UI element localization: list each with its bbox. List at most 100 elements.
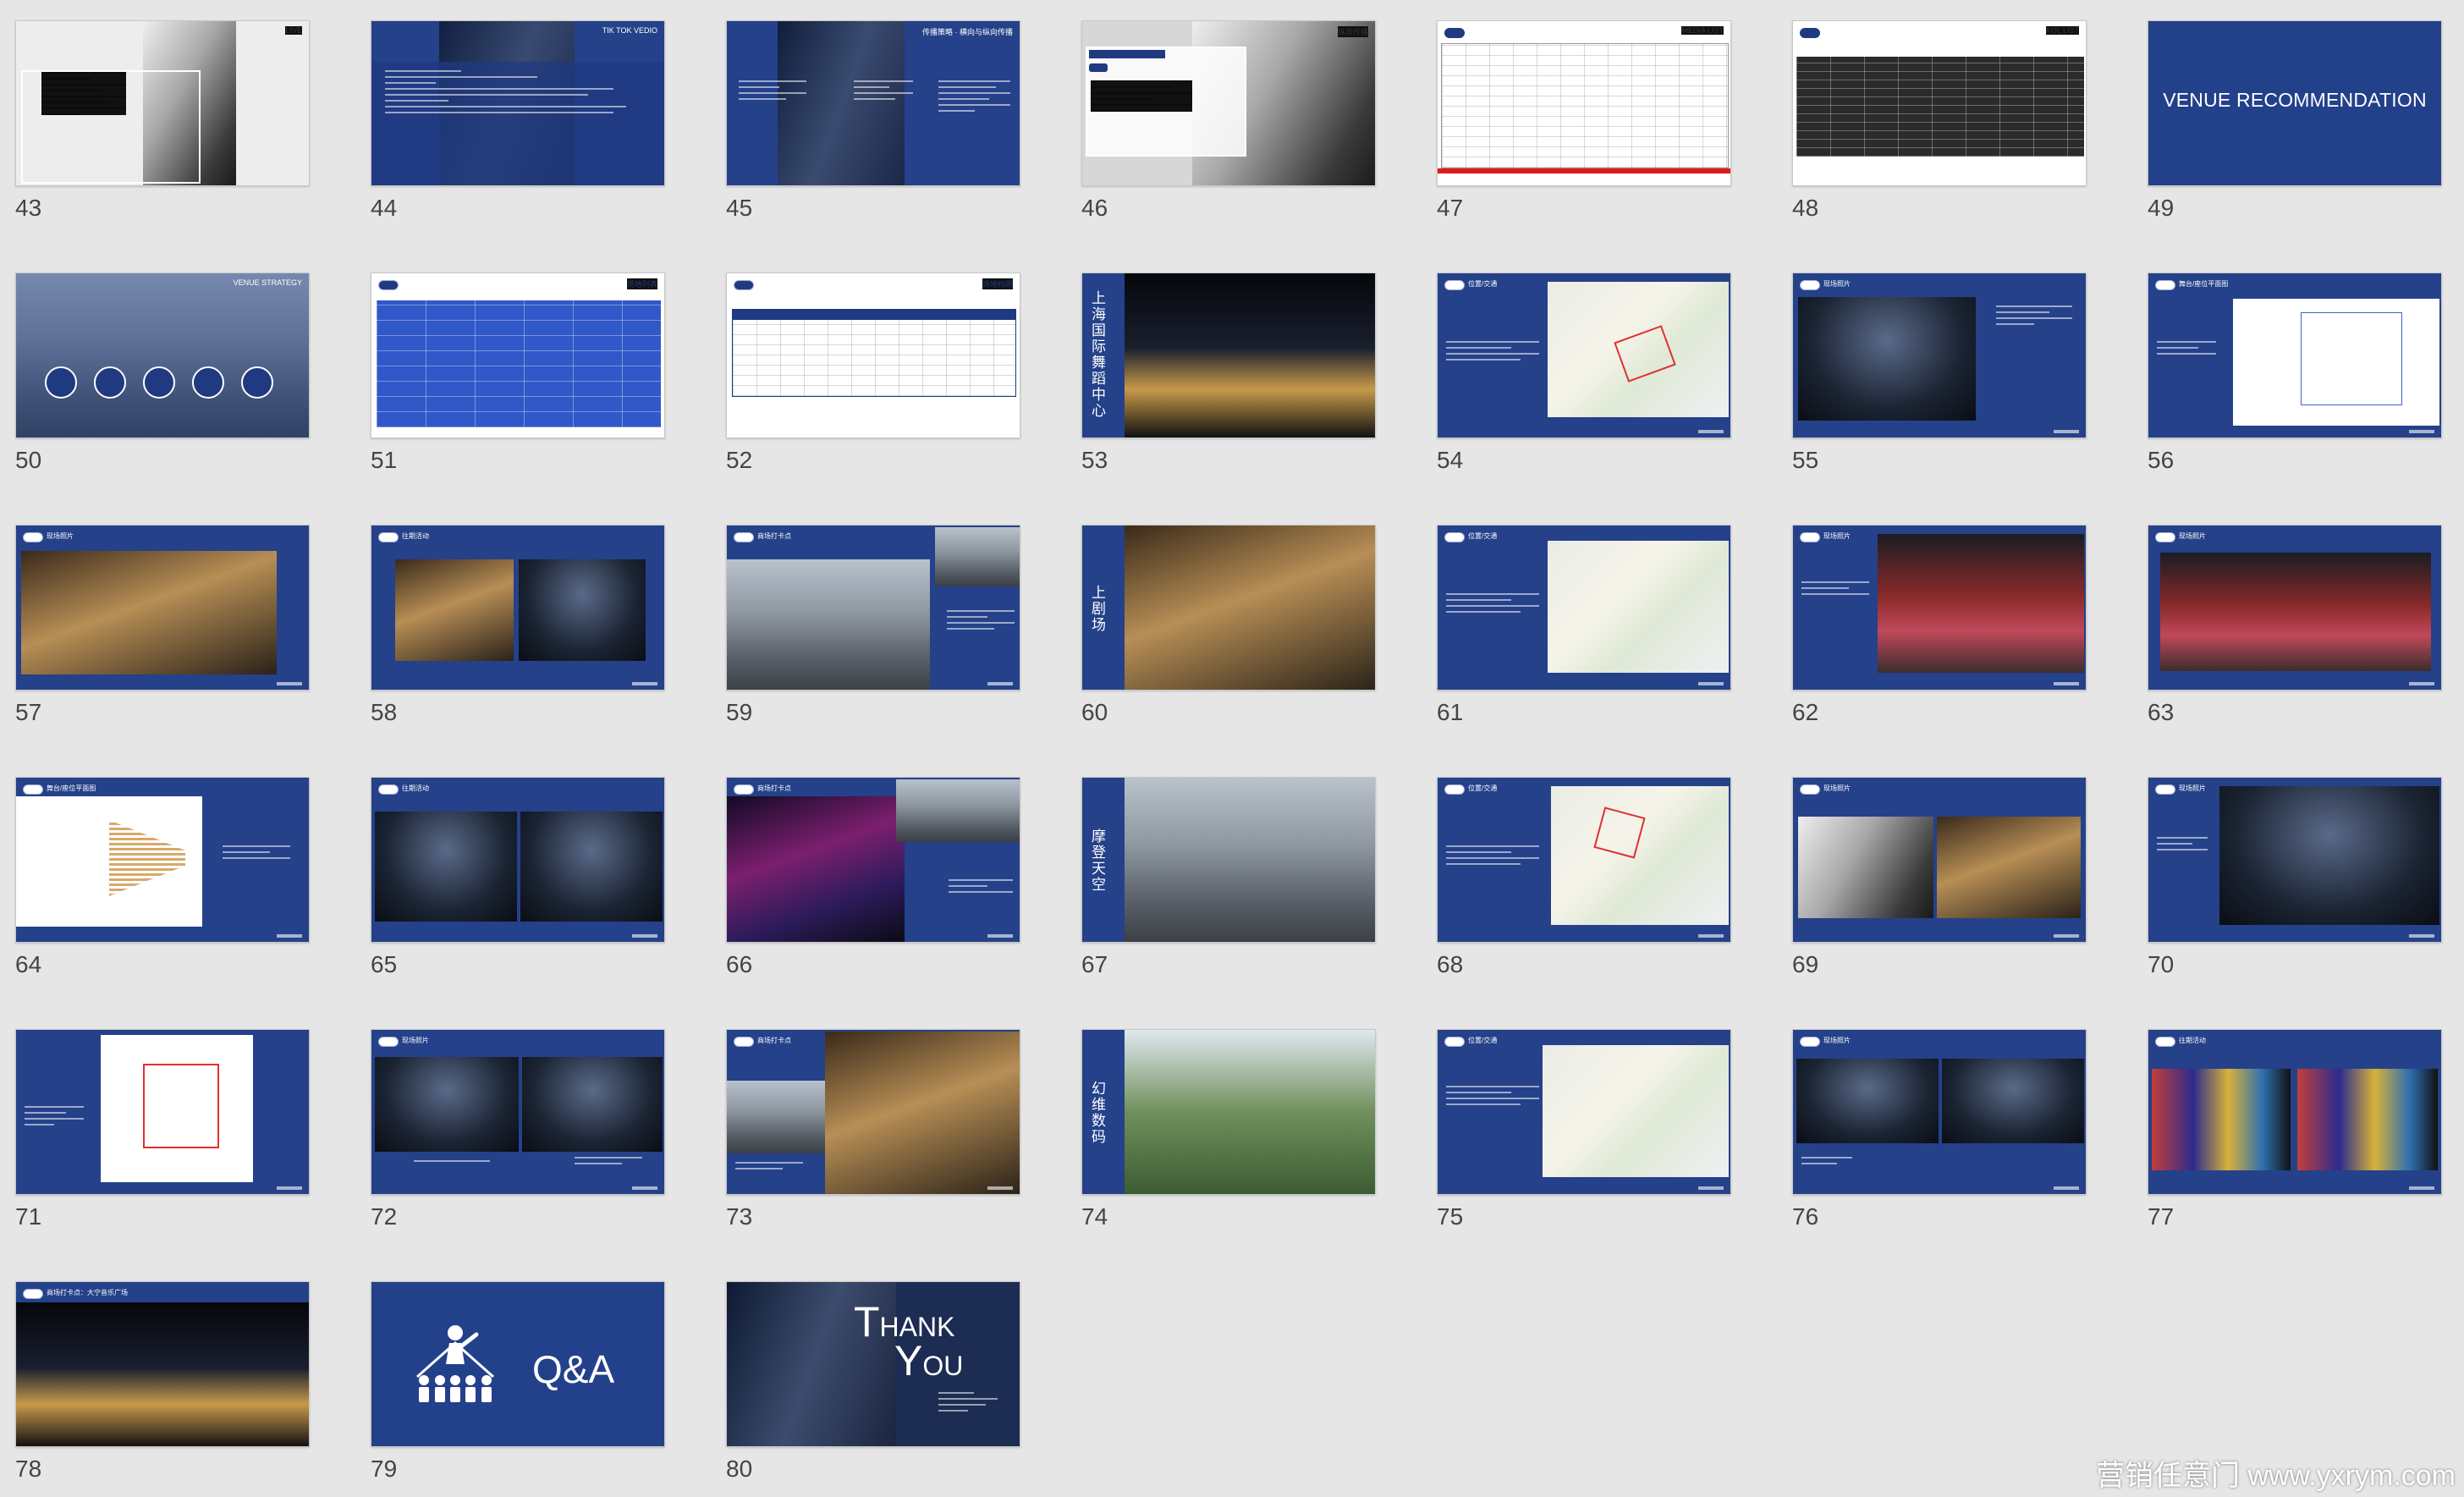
slide-number: 72 [371, 1203, 398, 1230]
slide-thumbnail-50[interactable]: VENUE STRATEGY 50 [15, 272, 310, 473]
slide-thumbnail-51[interactable]: 场地列表 51 [371, 272, 665, 473]
slide-number: 60 [1081, 699, 1108, 725]
slide-number: 49 [2148, 195, 2175, 221]
venue-title: 摩登天空 [1089, 828, 1105, 893]
slide-thumbnail-68[interactable]: 位置/交通 68 [1437, 777, 1731, 977]
slide-number: 57 [15, 699, 42, 725]
slide-thumbnail-64[interactable]: 舞台/座位平面图 64 [15, 777, 310, 977]
slide-thumbnail-79[interactable]: Q&A 79 [371, 1281, 665, 1482]
slide-thumbnail-60[interactable]: 上剧场 60 [1081, 525, 1376, 725]
slide-thumbnail-57[interactable]: 现场照片 57 [15, 525, 310, 725]
slide-number: 76 [1792, 1203, 1819, 1230]
thanks-initial-y: Y [894, 1337, 923, 1384]
slide-thumbnail-66[interactable]: 商场打卡点 66 [726, 777, 1020, 977]
slide-number: 64 [15, 951, 42, 977]
slide-corner-title: 传播策略 · 横向与纵向传播 [922, 28, 1013, 36]
slide-corner-title: MEDIA LIST [1681, 26, 1724, 35]
slide-number: 53 [1081, 447, 1108, 473]
slide-number: 52 [726, 447, 753, 473]
thanks-initial-t: T [854, 1298, 880, 1346]
slide-number: 74 [1081, 1203, 1108, 1230]
slide-number: 69 [1792, 951, 1819, 977]
slide-number: 79 [371, 1456, 398, 1482]
slide-thumbnail-78[interactable]: 商场打卡点：大宁音乐广场 78 [15, 1281, 310, 1482]
slide-number: 66 [726, 951, 753, 977]
slide-number: 48 [1792, 195, 1819, 221]
slide-thumbnail-46[interactable]: 纵向传播 46 [1081, 20, 1376, 221]
slide-corner-title: 场地档期 [982, 278, 1013, 289]
slide-header: 商场打卡点 [757, 1037, 791, 1044]
slide-number: 43 [15, 195, 42, 221]
thank-you-title: THANK YOU [854, 1301, 963, 1382]
slide-thumbnail-62[interactable]: 现场照片 62 [1792, 525, 2087, 725]
slide-number: 75 [1437, 1203, 1464, 1230]
slide-number: 70 [2148, 951, 2175, 977]
slide-header: 舞台/座位平面图 [2179, 280, 2229, 288]
slide-thumbnail-47[interactable]: MEDIA LIST 47 [1437, 20, 1731, 221]
slide-number: 71 [15, 1203, 42, 1230]
slide-thumbnail-77[interactable]: 往期活动 77 [2148, 1029, 2442, 1230]
slide-header: 现场照片 [2179, 784, 2206, 792]
slide-thumbnail-52[interactable]: 场地档期 52 [726, 272, 1020, 473]
audience-question-icon [416, 1325, 494, 1402]
slide-thumbnail-54[interactable]: 位置/交通 54 [1437, 272, 1731, 473]
slide-thumbnail-53[interactable]: 上海国际舞蹈中心 53 [1081, 272, 1376, 473]
slide-thumbnail-67[interactable]: 摩登天空 67 [1081, 777, 1376, 977]
slide-thumbnail-56[interactable]: 舞台/座位平面图 56 [2148, 272, 2442, 473]
venue-title: 上海国际舞蹈中心 [1089, 290, 1105, 419]
slide-number: 61 [1437, 699, 1464, 725]
slide-corner-title: 场地列表 [626, 278, 657, 289]
slide-header: 现场照片 [1823, 1037, 1851, 1044]
slide-number: 59 [726, 699, 753, 725]
slide-title: Q&A [532, 1347, 615, 1391]
slide-header: 往期活动 [402, 532, 429, 540]
venue-title: 幻维数码 [1089, 1081, 1105, 1145]
venue-title: 上剧场 [1089, 585, 1105, 633]
slide-header: 位置/交通 [1468, 1037, 1498, 1044]
slide-thumbnail-80[interactable]: THANK YOU 80 [726, 1281, 1020, 1482]
slide-thumbnail-44[interactable]: TIK TOK VEDIO 44 [371, 20, 665, 221]
slide-thumbnail-48[interactable]: KOL LIST 48 [1792, 20, 2087, 221]
slide-number: 77 [2148, 1203, 2175, 1230]
slide-header: 现场照片 [47, 532, 74, 540]
slide-number: 68 [1437, 951, 1464, 977]
slide-thumbnail-73[interactable]: 商场打卡点 73 [726, 1029, 1020, 1230]
slide-header: 现场照片 [1823, 280, 1851, 288]
slide-thumbnail-55[interactable]: 现场照片 55 [1792, 272, 2087, 473]
slide-number: 65 [371, 951, 398, 977]
slide-thumbnail-71[interactable]: 71 [15, 1029, 310, 1230]
slide-thumbnail-49[interactable]: VENUE RECOMMENDATION 49 [2148, 20, 2442, 221]
slide-thumbnail-43[interactable]: LIVE 43 [15, 20, 310, 221]
slide-header: 位置/交通 [1468, 280, 1498, 288]
slide-header: 商场打卡点：大宁音乐广场 [47, 1289, 128, 1296]
slide-header: 现场照片 [2179, 532, 2206, 540]
slide-corner-title: KOL LIST [2045, 26, 2079, 35]
slide-header: 商场打卡点 [757, 532, 791, 540]
slide-thumbnail-70[interactable]: 现场照片 70 [2148, 777, 2442, 977]
slide-thumbnail-76[interactable]: 现场照片 76 [1792, 1029, 2087, 1230]
slide-corner-title: LIVE [285, 26, 302, 35]
slide-number: 80 [726, 1456, 753, 1482]
slide-number: 78 [15, 1456, 42, 1482]
slide-thumbnail-59[interactable]: 商场打卡点 59 [726, 525, 1020, 725]
thanks-rest-ou: OU [922, 1351, 964, 1381]
slide-thumbnail-61[interactable]: 位置/交通 61 [1437, 525, 1731, 725]
slide-thumbnail-75[interactable]: 位置/交通 75 [1437, 1029, 1731, 1230]
slide-thumbnail-72[interactable]: 现场照片 72 [371, 1029, 665, 1230]
slide-header: 现场照片 [1823, 784, 1851, 792]
slide-thumbnail-58[interactable]: 往期活动 58 [371, 525, 665, 725]
slide-header: 商场打卡点 [757, 784, 791, 792]
slide-number: 58 [371, 699, 398, 725]
slide-thumbnail-69[interactable]: 现场照片 69 [1792, 777, 2087, 977]
slide-thumbnail-74[interactable]: 幻维数码 74 [1081, 1029, 1376, 1230]
slide-number: 63 [2148, 699, 2175, 725]
slide-thumbnail-63[interactable]: 现场照片 63 [2148, 525, 2442, 725]
watermark: 营销任意门 www.yxrym.com [2096, 1460, 2456, 1492]
slide-header: 舞台/座位平面图 [47, 784, 96, 792]
slide-header: 往期活动 [402, 784, 429, 792]
slide-number: 44 [371, 195, 398, 221]
slide-thumbnail-45[interactable]: 传播策略 · 横向与纵向传播 45 [726, 20, 1020, 221]
slide-thumbnail-65[interactable]: 往期活动 65 [371, 777, 665, 977]
slide-number: 51 [371, 447, 398, 473]
slide-number: 73 [726, 1203, 753, 1230]
